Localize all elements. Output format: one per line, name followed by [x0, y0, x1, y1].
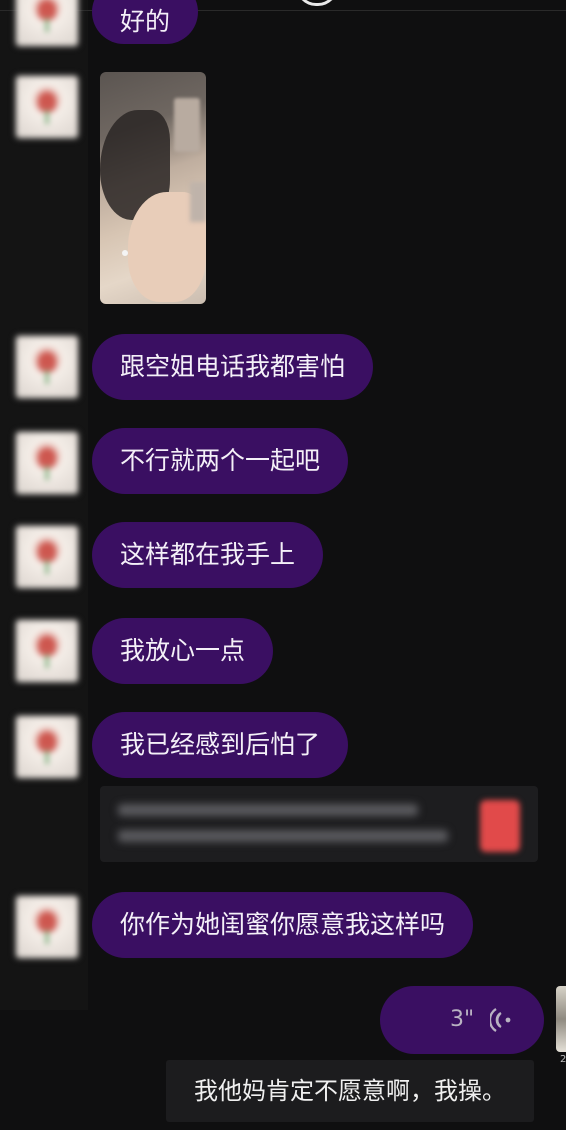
message-bubble[interactable]: 你作为她闺蜜你愿意我这样吗 — [92, 892, 474, 958]
contact-avatar[interactable] — [14, 74, 80, 140]
voice-duration: 3" — [450, 1007, 475, 1032]
message-bubble[interactable]: 跟空姐电话我都害怕 — [92, 334, 374, 400]
contact-avatar[interactable] — [14, 714, 80, 780]
message-bubble[interactable]: 这样都在我手上 — [92, 522, 324, 588]
message-bubble[interactable]: 我放心一点 — [92, 618, 274, 684]
contact-avatar[interactable] — [14, 524, 80, 590]
chat-screen: 好的 跟空姐电话我都害怕 不行就两个一起吧 这样都在我手上 我放心一点 我已经感… — [0, 0, 566, 1130]
voice-wave-icon — [490, 1007, 511, 1033]
contact-avatar[interactable] — [14, 0, 80, 48]
contact-avatar[interactable] — [14, 430, 80, 496]
shared-link-card-blurred[interactable] — [100, 786, 538, 862]
link-thumbnail — [480, 800, 520, 852]
home-indicator-icon — [296, 0, 338, 6]
pip-window — [174, 98, 200, 152]
my-badge: 2 — [560, 1054, 566, 1065]
avatar-rail — [0, 0, 88, 1010]
my-avatar[interactable] — [556, 986, 566, 1052]
voice-message-bubble[interactable]: 3" — [380, 986, 544, 1054]
contact-avatar[interactable] — [14, 894, 80, 960]
message-bubble[interactable]: 我已经感到后怕了 — [92, 712, 349, 778]
message-bubble[interactable]: 不行就两个一起吧 — [92, 428, 349, 494]
contact-avatar[interactable] — [14, 334, 80, 400]
message-bubble-partial[interactable]: 好的 — [92, 0, 199, 44]
top-divider — [0, 10, 566, 11]
contact-avatar[interactable] — [14, 618, 80, 684]
video-subtitle: 我他妈肯定不愿意啊，我操。 — [166, 1060, 534, 1122]
video-call-screenshot-image[interactable] — [100, 72, 206, 304]
